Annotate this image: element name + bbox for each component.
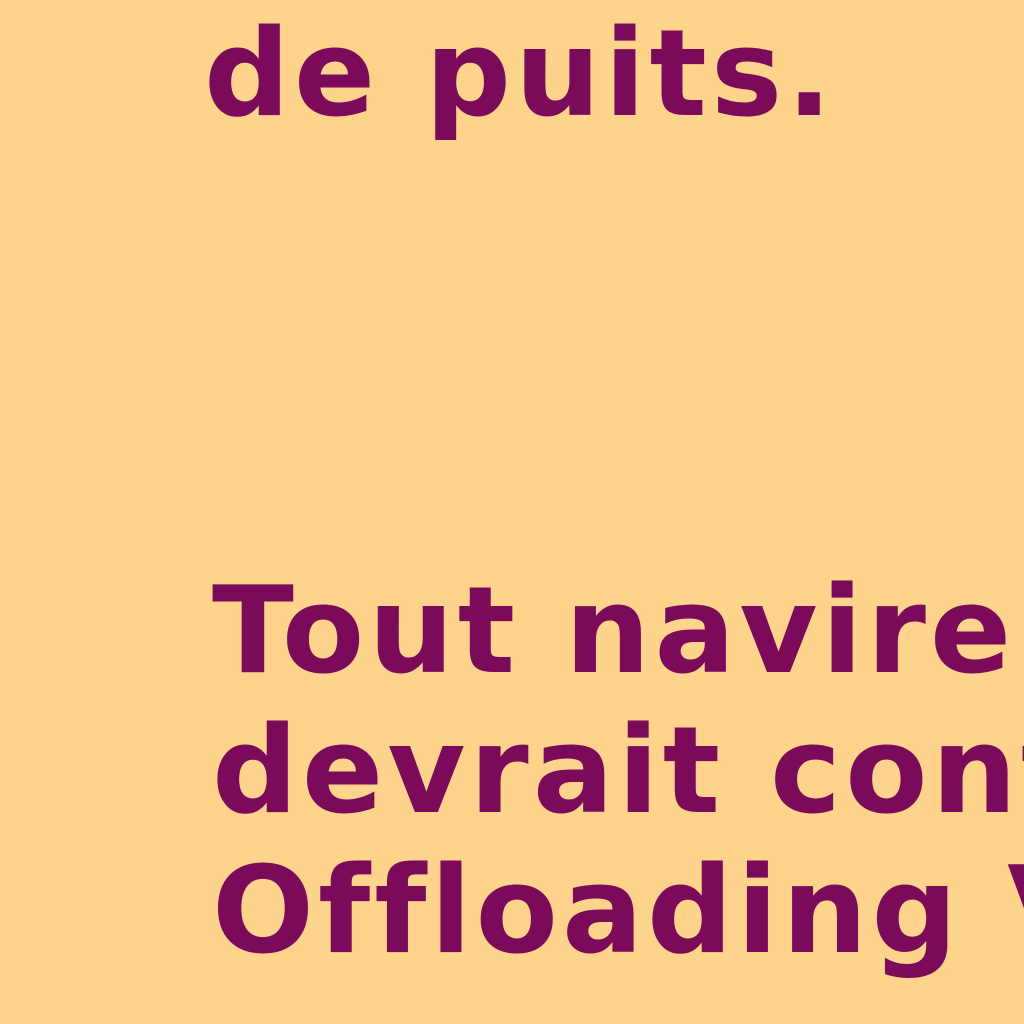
document-page: de puits. Tout navire pré devrait conta … (0, 0, 1024, 1024)
paragraph-2-line-1: Tout navire pré (212, 562, 1024, 701)
paragraph-2-line-2: devrait conta (212, 702, 1024, 841)
paragraph-1-line-1: de puits. (204, 5, 836, 144)
paragraph-2-line-3: Offloading Vess (212, 842, 1024, 981)
